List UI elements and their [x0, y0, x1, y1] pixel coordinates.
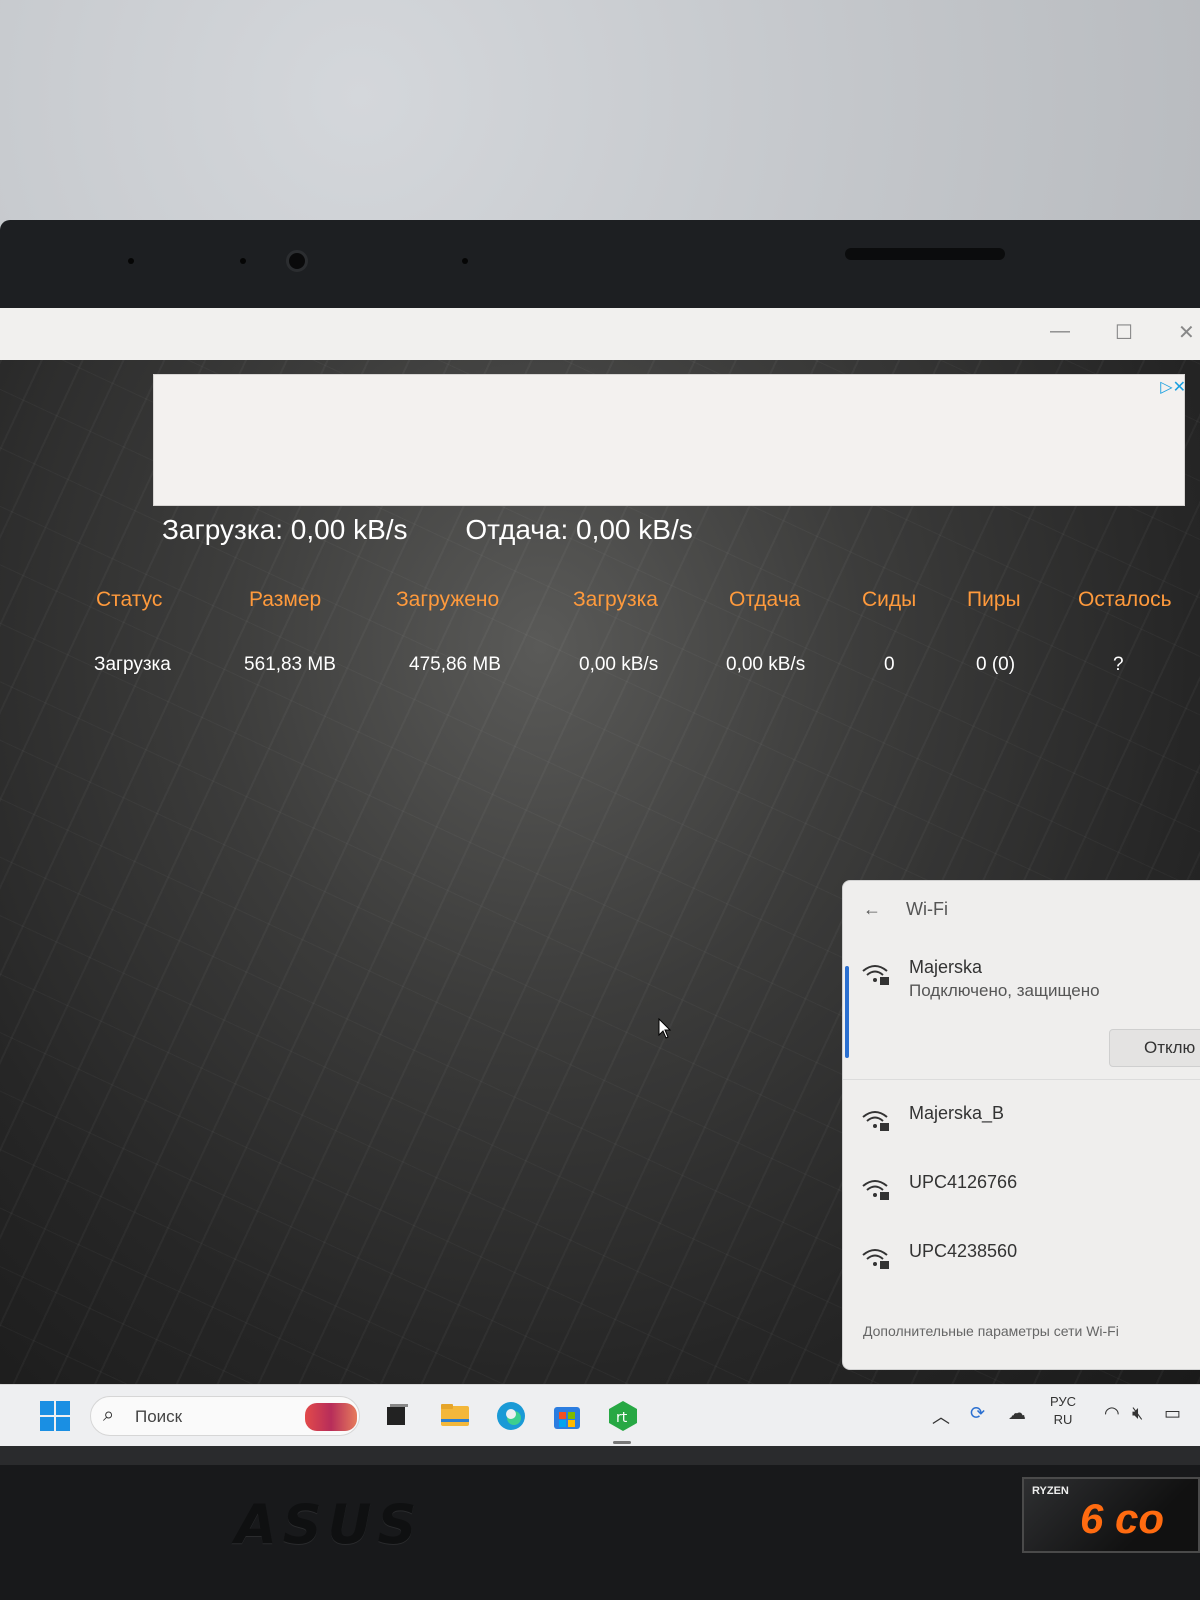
webcam — [286, 250, 308, 272]
column-header-seeds[interactable]: Сиды — [862, 588, 916, 612]
cell-downloaded: 475,86 MB — [409, 654, 501, 675]
maximize-icon[interactable]: ☐ — [1115, 320, 1133, 345]
ad-choices-icon[interactable]: ▷✕ — [1160, 377, 1186, 397]
column-header-peers[interactable]: Пиры — [967, 588, 1021, 612]
cell-remaining: ? — [1113, 654, 1124, 675]
wifi-network-item[interactable]: Majerska_B — [861, 1103, 1200, 1153]
brand-logo: ASUS — [235, 1493, 423, 1556]
cell-upload-speed: 0,00 kB/s — [726, 654, 806, 675]
bezel-slot — [845, 248, 1005, 260]
search-icon: ⌕ — [103, 1404, 115, 1426]
layout-label: RU — [1053, 1412, 1073, 1427]
wifi-secured-icon — [862, 1111, 889, 1131]
edge-browser-icon[interactable] — [494, 1399, 528, 1433]
column-header-size[interactable]: Размер — [249, 588, 321, 612]
column-header-remaining[interactable]: Осталось — [1078, 588, 1172, 612]
selected-accent — [845, 966, 849, 1058]
laptop-top-bezel — [0, 220, 1200, 310]
column-header-status[interactable]: Статус — [96, 588, 162, 612]
network-status: Подключено, защищено — [909, 981, 1100, 1000]
screen-edge — [0, 1446, 1200, 1466]
column-header-downloaded[interactable]: Загружено — [396, 588, 499, 612]
cell-size: 561,83 MB — [244, 654, 336, 675]
cell-seeds: 0 — [884, 654, 895, 675]
close-icon[interactable]: ✕ — [1178, 320, 1195, 345]
taskbar-search[interactable]: ⌕ Поиск — [90, 1396, 360, 1436]
wifi-icon[interactable]: ◠ — [1104, 1403, 1120, 1424]
windows-start-icon[interactable] — [38, 1399, 72, 1433]
search-highlight-icon — [305, 1403, 357, 1431]
wifi-secured-icon — [862, 1249, 889, 1269]
upload-speed: Отдача: 0,00 kB/s — [465, 514, 693, 545]
network-name: UPC4126766 — [909, 1172, 1018, 1192]
ad-banner[interactable]: ▷✕ — [153, 374, 1186, 506]
sensor-dot — [240, 258, 246, 264]
network-name: Majerska_B — [909, 1103, 1005, 1123]
cpu-sticker: RYZEN 6 co — [1022, 1477, 1200, 1553]
microsoft-store-icon[interactable] — [550, 1399, 584, 1433]
download-speed: Загрузка: 0,00 kB/s — [162, 514, 408, 545]
cloud-offline-icon[interactable]: ☁ — [1008, 1403, 1026, 1424]
sensor-dot — [462, 258, 468, 264]
laptop-bottom-bezel: ASUS RYZEN 6 co — [0, 1465, 1200, 1600]
wifi-secured-icon — [862, 965, 889, 985]
chevron-up-icon[interactable]: ︿ — [932, 1403, 950, 1429]
cell-status: Загрузка — [94, 654, 171, 675]
taskbar: ⌕ Поиск rt ︿ ⟳ ☁ РУС RU ◠ 🔇︎ ▭ — [0, 1384, 1200, 1446]
wifi-network-connected[interactable]: Majerska Подключено, защищено — [861, 957, 1200, 1007]
column-header-upload-speed[interactable]: Отдача — [729, 588, 800, 612]
cell-download-speed: 0,00 kB/s — [579, 654, 659, 675]
search-placeholder: Поиск — [135, 1407, 183, 1426]
wall-background — [0, 0, 1200, 240]
cell-peers: 0 (0) — [976, 654, 1016, 675]
language-indicator[interactable]: РУС RU — [1050, 1393, 1076, 1429]
wifi-network-item[interactable]: UPC4238560 — [861, 1241, 1200, 1291]
sticker-brand: RYZEN — [1032, 1485, 1069, 1497]
minimize-icon[interactable]: — — [1050, 320, 1070, 343]
sensor-dot — [128, 258, 134, 264]
back-arrow-icon[interactable]: ← — [863, 899, 881, 919]
task-view-icon[interactable] — [380, 1399, 414, 1433]
window-titlebar: — ☐ ✕ — [0, 308, 1200, 360]
torrent-table: Статус Размер Загружено Загрузка Отдача … — [0, 588, 1200, 684]
screen: — ☐ ✕ ▷✕ Загрузка: 0,00 kB/s Отдача: 0,0… — [0, 308, 1200, 1466]
mouse-cursor-icon — [658, 1018, 672, 1039]
file-explorer-icon[interactable] — [438, 1399, 472, 1433]
svg-text:rt: rt — [616, 1410, 628, 1426]
sticker-cores: 6 co — [1080, 1495, 1165, 1542]
wifi-header: ← Wi-Fi — [863, 899, 948, 920]
column-header-download-speed[interactable]: Загрузка — [573, 588, 658, 612]
wifi-secured-icon — [862, 1180, 889, 1200]
wifi-title: Wi-Fi — [906, 899, 948, 919]
divider — [843, 1079, 1200, 1080]
torrent-app-icon[interactable]: rt — [606, 1399, 640, 1433]
volume-muted-icon[interactable]: 🔇︎ — [1132, 1403, 1143, 1424]
network-name: Majerska — [909, 957, 983, 977]
table-row[interactable]: Загрузка 561,83 MB 475,86 MB 0,00 kB/s 0… — [0, 654, 1200, 684]
battery-icon[interactable]: ▭ — [1164, 1403, 1181, 1424]
more-wifi-settings-link[interactable]: Дополнительные параметры сети Wi-Fi — [863, 1323, 1119, 1339]
disconnect-button[interactable]: Отклю — [1109, 1029, 1200, 1067]
wifi-flyout: ← Wi-Fi Majerska Подключено, защищено От… — [842, 880, 1200, 1370]
speed-summary: Загрузка: 0,00 kB/s Отдача: 0,00 kB/s — [162, 514, 743, 546]
network-name: UPC4238560 — [909, 1241, 1018, 1261]
active-app-indicator — [613, 1441, 631, 1444]
sync-icon[interactable]: ⟳ — [970, 1403, 985, 1424]
wifi-network-item[interactable]: UPC4126766 — [861, 1172, 1200, 1222]
language-label: РУС — [1050, 1394, 1077, 1409]
table-header: Статус Размер Загружено Загрузка Отдача … — [0, 588, 1200, 618]
